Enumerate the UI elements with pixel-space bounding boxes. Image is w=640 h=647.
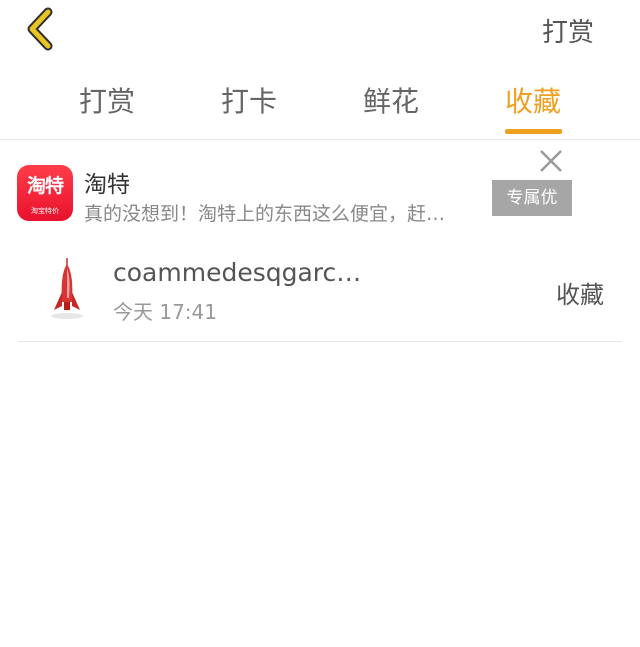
tab-reward[interactable]: 打赏 <box>62 80 152 120</box>
ad-cta-button[interactable]: 专属优 <box>492 180 572 216</box>
favorite-button[interactable]: 收藏 <box>556 275 604 310</box>
tab-bar: 打赏 打卡 鲜花 收藏 <box>0 80 640 138</box>
row-divider <box>18 341 622 342</box>
active-tab-indicator <box>505 129 562 134</box>
chevron-left-icon <box>27 7 53 51</box>
list-item[interactable]: coammedesqgarc… 今天 17:41 收藏 <box>0 244 640 342</box>
reward-link[interactable]: 打赏 <box>542 12 594 49</box>
ad-description: 真的没想到！淘特上的东西这么便宜，赶… <box>84 203 446 225</box>
item-time: 今天 17:41 <box>113 300 217 324</box>
taote-app-logo: 淘特 淘宝特价 <box>17 165 73 221</box>
tab-flowers[interactable]: 鲜花 <box>346 80 436 120</box>
logo-subtext: 淘宝特价 <box>31 207 59 215</box>
tab-favorites[interactable]: 收藏 <box>488 80 578 120</box>
close-icon <box>540 150 562 172</box>
tab-checkin[interactable]: 打卡 <box>204 80 294 120</box>
item-title: coammedesqgarc… <box>113 258 362 287</box>
ad-close-button[interactable] <box>537 147 565 175</box>
top-bar: 打赏 <box>0 0 640 60</box>
ad-banner[interactable]: 淘特 淘宝特价 淘特 真的没想到！淘特上的东西这么便宜，赶… 专属优 <box>0 141 640 233</box>
logo-text: 淘特 <box>26 175 64 197</box>
tabs-divider <box>0 139 640 140</box>
rocket-icon <box>51 258 83 319</box>
ad-title: 淘特 <box>84 172 130 198</box>
back-button[interactable] <box>22 6 62 52</box>
